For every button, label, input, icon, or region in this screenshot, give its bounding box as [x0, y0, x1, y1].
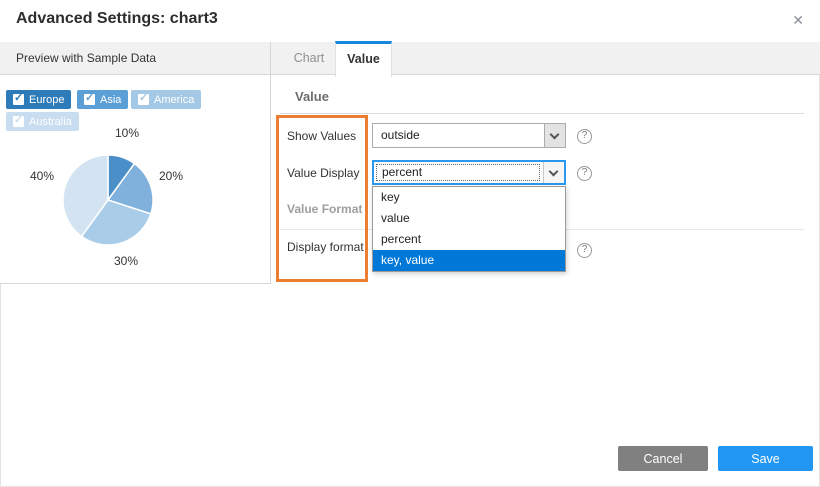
value-display-selected-value: percent: [382, 165, 422, 179]
value-display-dropdown-list: key value percent key, value: [372, 186, 566, 272]
dropdown-option-percent[interactable]: percent: [373, 229, 565, 250]
tab-value[interactable]: Value: [335, 41, 392, 77]
value-display-label: Value Display: [287, 166, 359, 180]
dropdown-option-key[interactable]: key: [373, 187, 565, 208]
pie-value-label-40: 40%: [30, 169, 54, 183]
value-display-select[interactable]: percent: [372, 160, 566, 185]
show-values-selected-value: outside: [381, 128, 420, 142]
advanced-settings-dialog: Advanced Settings: chart3 ✕ Preview with…: [0, 0, 820, 487]
value-format-label: Value Format: [287, 202, 362, 216]
dialog-title: Advanced Settings: chart3: [16, 10, 218, 28]
pie-value-label-20: 20%: [159, 169, 183, 183]
preview-panel: ✓ Europe ✓ Asia ✓ America ✓ Australia 10…: [0, 75, 271, 284]
save-button[interactable]: Save: [718, 446, 813, 471]
preview-panel-header: Preview with Sample Data: [0, 42, 271, 75]
close-icon[interactable]: ✕: [792, 11, 804, 29]
chevron-down-icon[interactable]: [543, 162, 564, 183]
help-icon-display-format[interactable]: ?: [577, 243, 592, 258]
show-values-select[interactable]: outside: [372, 123, 566, 148]
section-title-value: Value: [295, 89, 329, 104]
tab-chart[interactable]: Chart: [283, 42, 335, 75]
section-divider: [280, 113, 804, 114]
cancel-button[interactable]: Cancel: [618, 446, 708, 471]
chevron-down-icon[interactable]: [544, 124, 565, 147]
dropdown-option-key-value[interactable]: key, value: [373, 250, 565, 271]
title-bar: Advanced Settings: chart3 ✕: [0, 0, 820, 42]
show-values-label: Show Values: [287, 129, 356, 143]
pie-value-label-10: 10%: [115, 126, 139, 140]
dropdown-option-value[interactable]: value: [373, 208, 565, 229]
display-format-label: Display format: [287, 240, 364, 254]
help-icon-value-display[interactable]: ?: [577, 166, 592, 181]
help-icon-show-values[interactable]: ?: [577, 129, 592, 144]
pie-value-label-30: 30%: [114, 254, 138, 268]
